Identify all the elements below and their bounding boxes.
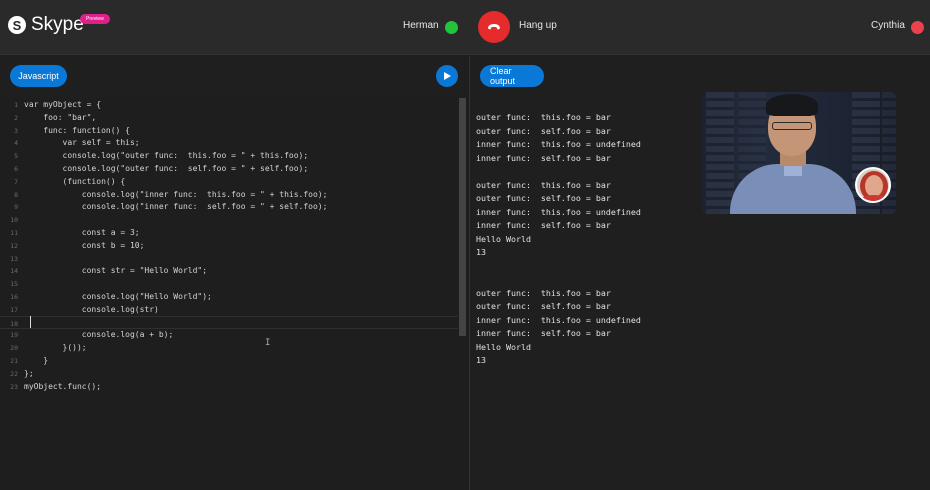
clear-output-button[interactable]: Clear output bbox=[480, 65, 544, 87]
code-line[interactable]: 6 console.log("outer func: self.foo = " … bbox=[0, 162, 458, 175]
code-text: console.log("inner func: this.foo = " + … bbox=[24, 189, 328, 199]
person-hair bbox=[766, 94, 818, 116]
code-line[interactable]: 5 console.log("outer func: this.foo = " … bbox=[0, 149, 458, 162]
line-number: 23 bbox=[10, 382, 18, 391]
code-line[interactable]: 11 const a = 3; bbox=[0, 226, 458, 239]
output-line: inner func: self.foo = bar bbox=[476, 152, 611, 163]
code-editor-panel: Javascript I 1 var myObject = {2 foo: "ba… bbox=[0, 56, 467, 490]
editor-scrollbar[interactable] bbox=[459, 98, 466, 336]
code-line[interactable]: 9 console.log("inner func: self.foo = " … bbox=[0, 200, 458, 213]
code-text: console.log("outer func: self.foo = " + … bbox=[24, 164, 309, 173]
output-line: Hello World bbox=[476, 233, 531, 244]
code-line[interactable]: 18 bbox=[0, 315, 458, 329]
code-text: console.log("inner func: self.foo = " + … bbox=[24, 202, 328, 212]
code-text: } bbox=[24, 356, 49, 365]
code-line[interactable]: 8 console.log("inner func: this.foo = " … bbox=[0, 188, 458, 201]
code-text: foo: "bar", bbox=[24, 112, 97, 122]
status-dot-online-icon bbox=[445, 21, 458, 34]
output-line: 13 bbox=[476, 355, 486, 365]
output-line: outer func: this.foo = bar bbox=[476, 287, 611, 298]
code-text: myObject.func(); bbox=[24, 381, 102, 391]
code-text: }()); bbox=[24, 343, 87, 353]
code-line[interactable]: 4 var self = this; bbox=[0, 136, 458, 149]
remote-video[interactable] bbox=[702, 92, 896, 214]
output-line: outer func: self.foo = bar bbox=[476, 301, 611, 311]
language-button[interactable]: Javascript bbox=[10, 65, 67, 87]
self-view-thumbnail[interactable] bbox=[855, 167, 891, 203]
code-line[interactable]: 14 const str = "Hello World"; bbox=[0, 264, 458, 277]
output-line: outer func: self.foo = bar bbox=[476, 125, 611, 136]
code-line[interactable]: 3 func: function() { bbox=[0, 124, 458, 137]
code-line[interactable]: 7 (function() { bbox=[0, 175, 458, 188]
code-line[interactable]: 23 myObject.func(); bbox=[0, 380, 458, 393]
code-text: console.log(a + b); bbox=[24, 330, 174, 340]
output-panel: Clear output outer func: this.foo = bar o… bbox=[469, 56, 930, 490]
output-line: 13 bbox=[476, 247, 486, 257]
code-text: var myObject = { bbox=[24, 100, 102, 109]
pip-face bbox=[865, 175, 883, 197]
output-line: inner func: this.foo = undefined bbox=[476, 139, 641, 149]
code-text: const b = 10; bbox=[24, 240, 145, 250]
hang-up-button[interactable] bbox=[478, 11, 510, 43]
caret bbox=[30, 315, 31, 328]
status-dot-busy-icon bbox=[911, 21, 924, 34]
output-line: inner func: self.foo = bar bbox=[476, 220, 611, 230]
preview-badge: Preview bbox=[80, 14, 110, 24]
participant-herman: Herman bbox=[403, 20, 439, 31]
skype-logo: S Skype bbox=[8, 14, 84, 36]
code-line[interactable]: 16 console.log("Hello World"); bbox=[0, 290, 458, 303]
hang-up-label[interactable]: Hang up bbox=[519, 20, 557, 31]
output-line: outer func: self.foo = bar bbox=[476, 193, 611, 203]
code-text: func: function() { bbox=[24, 125, 130, 135]
run-button[interactable] bbox=[436, 65, 458, 87]
top-bar: S Skype Preview Herman Hang up Cynthia bbox=[0, 0, 930, 55]
code-line[interactable]: 22}; bbox=[0, 367, 458, 380]
output-line: inner func: this.foo = undefined bbox=[476, 206, 641, 217]
code-text: console.log(str) bbox=[24, 304, 159, 314]
code-line[interactable]: 17 console.log(str) bbox=[0, 303, 458, 316]
hang-up-icon bbox=[488, 24, 500, 30]
output-line: outer func: this.foo = bar bbox=[476, 112, 611, 122]
code-line[interactable]: 20 }()); bbox=[0, 341, 458, 354]
code-text: var self = this; bbox=[24, 138, 140, 148]
code-area[interactable]: I 1 var myObject = {2 foo: "bar", 3 func: … bbox=[0, 98, 467, 490]
server-rack bbox=[706, 92, 734, 214]
code-line[interactable]: 15 bbox=[0, 277, 458, 290]
skype-icon: S bbox=[8, 16, 26, 34]
code-line[interactable]: 19 console.log(a + b); bbox=[0, 328, 458, 341]
code-line[interactable]: 1 var myObject = { bbox=[0, 98, 458, 111]
code-line[interactable]: 2 foo: "bar", bbox=[0, 111, 458, 124]
code-text: const a = 3; bbox=[24, 228, 140, 237]
code-line[interactable]: 13 bbox=[0, 252, 458, 265]
code-text: console.log("outer func: this.foo = " + … bbox=[24, 151, 309, 161]
code-line[interactable]: 10 bbox=[0, 213, 458, 226]
code-text: (function() { bbox=[24, 176, 126, 186]
glasses bbox=[772, 122, 812, 130]
app-name: Skype bbox=[31, 14, 84, 35]
participant-cynthia: Cynthia bbox=[871, 20, 905, 31]
play-icon bbox=[444, 72, 451, 80]
code-line[interactable]: 21 } bbox=[0, 354, 458, 367]
code-line[interactable]: 12 const b = 10; bbox=[0, 239, 458, 252]
code-text: }; bbox=[24, 368, 34, 378]
code-text: console.log("Hello World"); bbox=[24, 292, 212, 301]
output-line: inner func: self.foo = bar bbox=[476, 328, 611, 338]
output-line: outer func: this.foo = bar bbox=[476, 179, 611, 190]
output-line: inner func: this.foo = undefined bbox=[476, 314, 641, 325]
code-text: const str = "Hello World"; bbox=[24, 266, 208, 276]
output-line: Hello World bbox=[476, 341, 531, 352]
